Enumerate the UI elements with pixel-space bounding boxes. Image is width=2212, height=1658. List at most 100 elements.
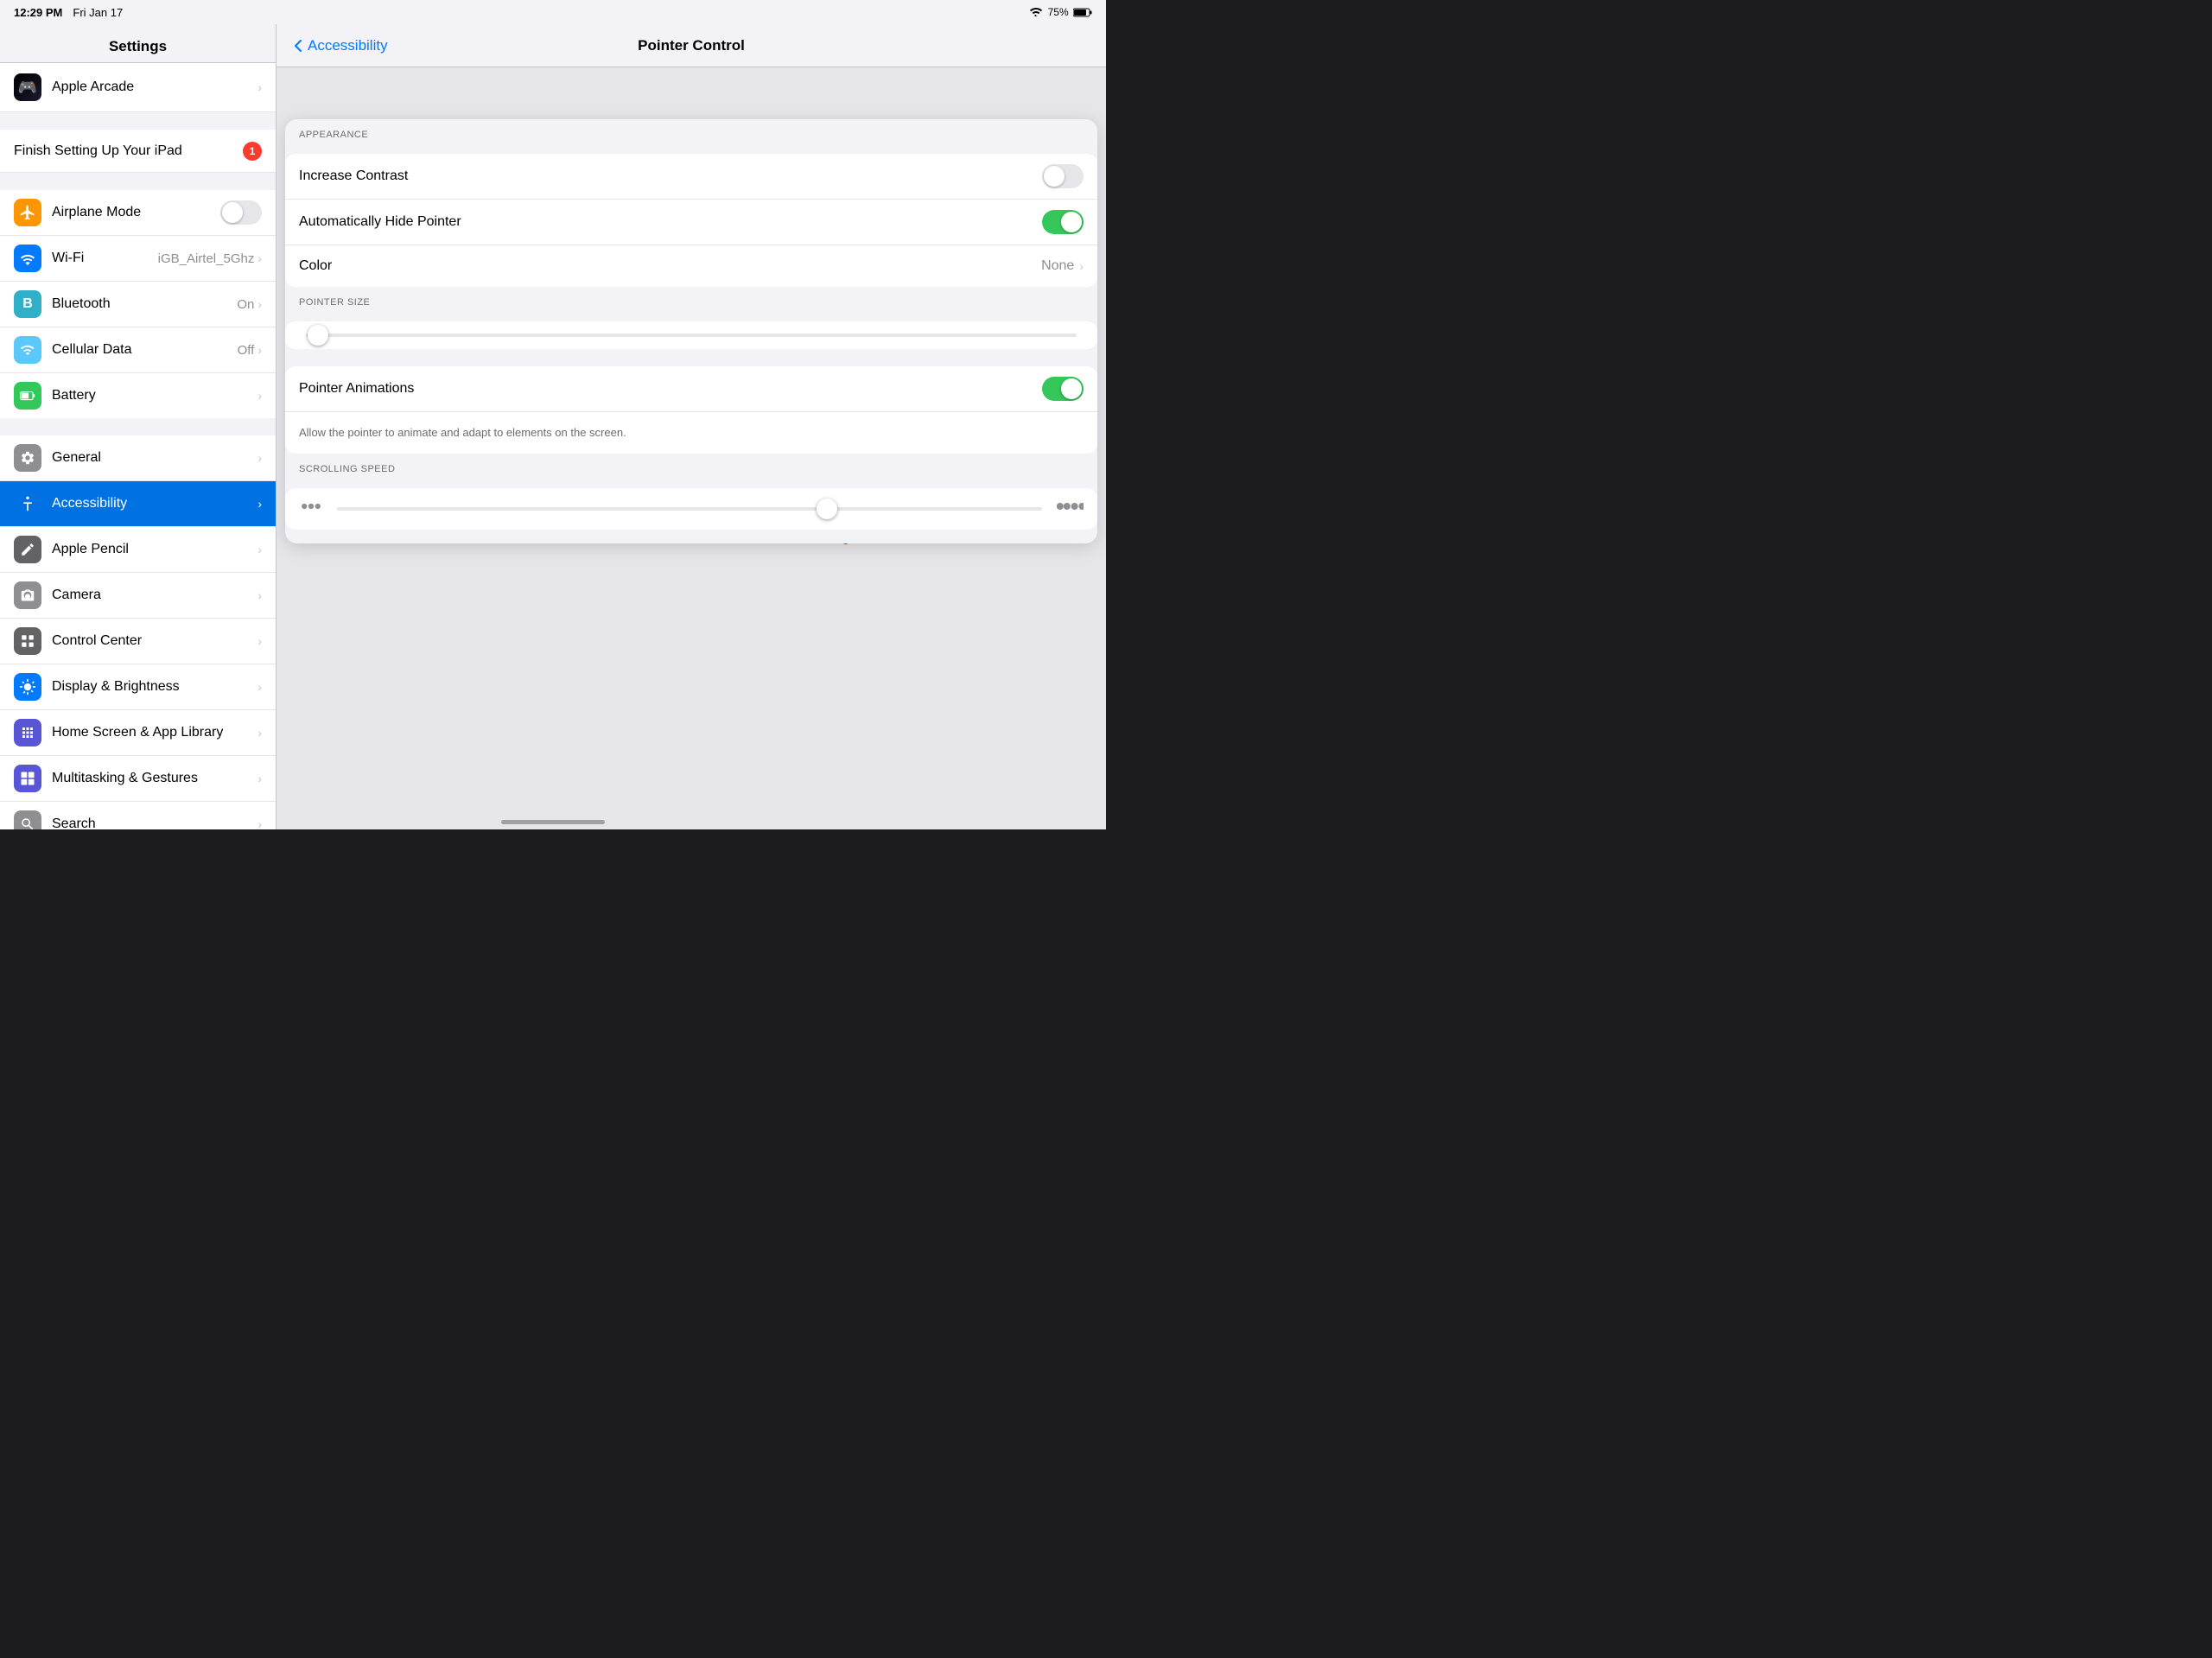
pointer-animations-row[interactable]: Pointer Animations bbox=[285, 366, 1097, 412]
scrolling-thumb[interactable] bbox=[817, 499, 837, 519]
display-icon bbox=[14, 673, 41, 701]
display-label: Display & Brightness bbox=[52, 679, 257, 695]
color-value: None bbox=[1041, 258, 1074, 274]
wifi-icon bbox=[1029, 6, 1043, 19]
sidebar-item-apple-arcade[interactable]: 🎮 Apple Arcade › bbox=[0, 63, 276, 112]
cellular-chevron: › bbox=[257, 343, 262, 357]
sidebar-item-apple-pencil[interactable]: Apple Pencil › bbox=[0, 527, 276, 573]
pointer-animations-desc-row: Allow the pointer to animate and adapt t… bbox=[285, 412, 1097, 454]
auto-hide-toggle[interactable] bbox=[1042, 210, 1084, 234]
wifi-icon bbox=[14, 245, 41, 272]
accessibility-icon bbox=[14, 490, 41, 518]
settings-group-connectivity: Airplane Mode Wi-Fi iGB_Airtel_5Ghz › B … bbox=[0, 190, 276, 418]
sidebar-item-bluetooth[interactable]: B Bluetooth On › bbox=[0, 282, 276, 327]
pointer-animations-label: Pointer Animations bbox=[299, 381, 1042, 397]
cellular-value: Off bbox=[238, 343, 255, 358]
battery-label: Battery bbox=[52, 388, 257, 403]
appearance-rows: Increase Contrast Automatically Hide Poi… bbox=[285, 154, 1097, 287]
color-chevron: › bbox=[1079, 259, 1084, 273]
sidebar-item-control-center[interactable]: Control Center › bbox=[0, 619, 276, 664]
pointer-animations-description: Allow the pointer to animate and adapt t… bbox=[299, 425, 626, 441]
pointer-size-thumb[interactable] bbox=[308, 325, 328, 346]
home-screen-icon bbox=[14, 719, 41, 746]
increase-contrast-row[interactable]: Increase Contrast bbox=[285, 154, 1097, 200]
sidebar-item-cellular[interactable]: Cellular Data Off › bbox=[0, 327, 276, 373]
sidebar-item-battery[interactable]: Battery › bbox=[0, 373, 276, 418]
status-date: Fri Jan 17 bbox=[73, 6, 123, 19]
cellular-label: Cellular Data bbox=[52, 342, 238, 358]
increase-contrast-toggle[interactable] bbox=[1042, 164, 1084, 188]
home-indicator bbox=[501, 820, 605, 824]
multitasking-chevron: › bbox=[257, 772, 262, 785]
airplane-mode-icon bbox=[14, 199, 41, 226]
sidebar-item-display[interactable]: Display & Brightness › bbox=[0, 664, 276, 710]
airplane-mode-toggle[interactable] bbox=[220, 200, 262, 225]
multitasking-label: Multitasking & Gestures bbox=[52, 771, 257, 786]
pencil-icon bbox=[14, 536, 41, 563]
general-label: General bbox=[52, 450, 257, 466]
chevron-icon: › bbox=[257, 80, 262, 94]
general-chevron: › bbox=[257, 451, 262, 465]
pointer-size-track[interactable] bbox=[306, 334, 1077, 337]
status-time: 12:29 PM bbox=[14, 6, 62, 19]
scroll-fast-icon bbox=[1056, 497, 1084, 521]
camera-chevron: › bbox=[257, 588, 262, 602]
sidebar-item-multitasking[interactable]: Multitasking & Gestures › bbox=[0, 756, 276, 802]
battery-chevron: › bbox=[257, 389, 262, 403]
finish-setup-badge: 1 bbox=[243, 142, 262, 161]
pointer-size-header: POINTER SIZE bbox=[285, 287, 1097, 313]
sidebar-item-accessibility[interactable]: Accessibility › bbox=[0, 481, 276, 527]
pointer-size-slider-row[interactable] bbox=[285, 321, 1097, 349]
panel-header: Accessibility Pointer Control bbox=[276, 24, 1106, 67]
auto-hide-row[interactable]: Automatically Hide Pointer bbox=[285, 200, 1097, 245]
pointer-animations-rows: Pointer Animations Allow the pointer to … bbox=[285, 366, 1097, 454]
pencil-chevron: › bbox=[257, 543, 262, 556]
wifi-chevron: › bbox=[257, 251, 262, 265]
control-center-label: Control Center bbox=[52, 633, 257, 649]
sidebar-item-home-screen[interactable]: Home Screen & App Library › bbox=[0, 710, 276, 756]
scrolling-speed-row bbox=[285, 488, 1097, 530]
sidebar-item-finish-setup[interactable]: Finish Setting Up Your iPad 1 bbox=[0, 130, 276, 173]
scrolling-track[interactable] bbox=[337, 507, 1042, 511]
home-screen-label: Home Screen & App Library bbox=[52, 725, 257, 740]
bluetooth-label: Bluetooth bbox=[52, 296, 237, 312]
color-label: Color bbox=[299, 258, 1041, 274]
accessibility-label: Accessibility bbox=[52, 496, 257, 511]
pointer-animations-section: Pointer Animations Allow the pointer to … bbox=[285, 349, 1097, 454]
cellular-icon bbox=[14, 336, 41, 364]
sidebar: Settings 🎮 Apple Arcade › Finish Setting… bbox=[0, 24, 276, 829]
bluetooth-chevron: › bbox=[257, 297, 262, 311]
increase-contrast-label: Increase Contrast bbox=[299, 168, 1042, 184]
back-button[interactable]: Accessibility bbox=[294, 37, 388, 54]
wifi-label: Wi-Fi bbox=[52, 251, 158, 266]
scrolling-speed-section: SCROLLING SPEED bbox=[285, 454, 1097, 543]
search-icon bbox=[14, 810, 41, 829]
scroll-slow-icon bbox=[299, 498, 323, 520]
camera-icon bbox=[14, 581, 41, 609]
status-bar: 12:29 PM Fri Jan 17 75% bbox=[0, 0, 1106, 24]
battery-icon bbox=[14, 382, 41, 410]
display-chevron: › bbox=[257, 680, 262, 694]
color-row[interactable]: Color None › bbox=[285, 245, 1097, 287]
sidebar-item-camera[interactable]: Camera › bbox=[0, 573, 276, 619]
control-center-chevron: › bbox=[257, 634, 262, 648]
pointer-animations-toggle[interactable] bbox=[1042, 377, 1084, 401]
app-container: Settings 🎮 Apple Arcade › Finish Setting… bbox=[0, 24, 1106, 829]
sidebar-header: Settings bbox=[0, 24, 276, 63]
bluetooth-icon: B bbox=[14, 290, 41, 318]
sidebar-item-search[interactable]: Search › bbox=[0, 802, 276, 829]
pointer-size-row bbox=[285, 321, 1097, 349]
appearance-header: APPEARANCE bbox=[285, 119, 1097, 145]
pointer-control-card: APPEARANCE Increase Contrast Automatical… bbox=[285, 119, 1097, 543]
sidebar-item-airplane-mode[interactable]: Airplane Mode bbox=[0, 190, 276, 236]
camera-label: Camera bbox=[52, 588, 257, 603]
panel-content: Button customizations are available in A… bbox=[276, 67, 1106, 829]
bluetooth-value: On bbox=[237, 297, 254, 312]
sidebar-item-wifi[interactable]: Wi-Fi iGB_Airtel_5Ghz › bbox=[0, 236, 276, 282]
sidebar-item-general[interactable]: General › bbox=[0, 435, 276, 481]
general-icon bbox=[14, 444, 41, 472]
pointer-size-section: POINTER SIZE bbox=[285, 287, 1097, 349]
finish-setup-label: Finish Setting Up Your iPad bbox=[14, 143, 243, 159]
appearance-section: APPEARANCE Increase Contrast Automatical… bbox=[285, 119, 1097, 287]
scrolling-slider-row[interactable] bbox=[285, 488, 1097, 530]
